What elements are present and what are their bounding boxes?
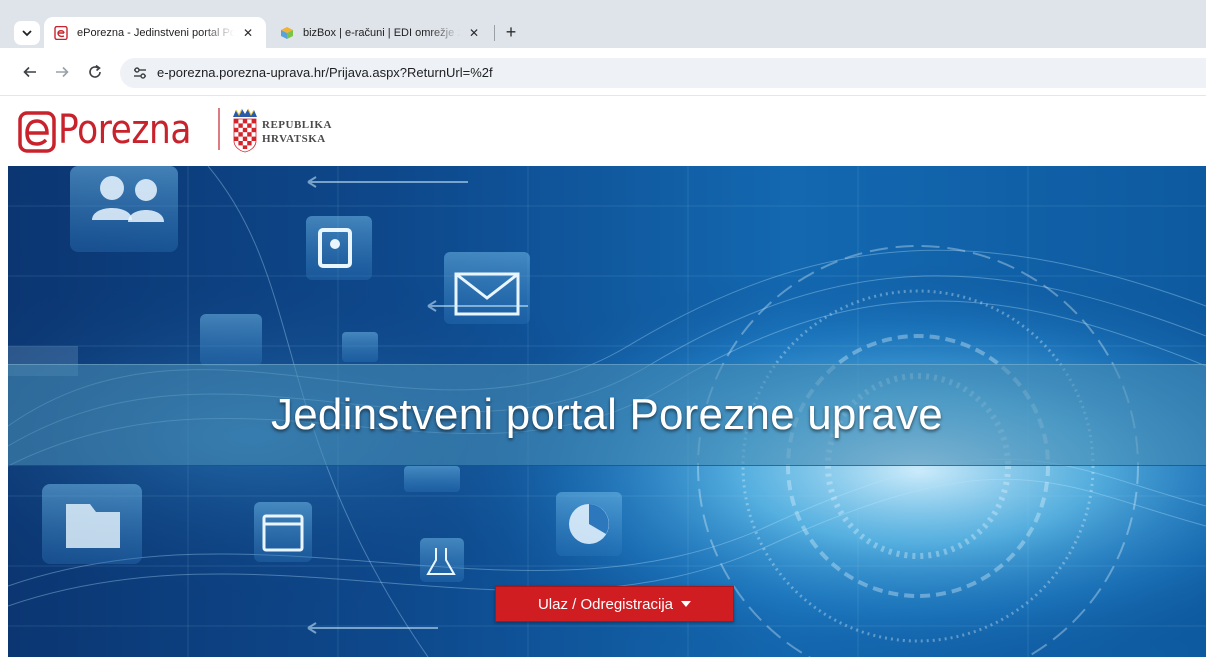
site-info-icon: [134, 67, 146, 79]
logo-divider: [218, 108, 220, 150]
croatian-coat-of-arms-icon: [233, 108, 257, 153]
browser-toolbar: e-porezna.porezna-uprava.hr/Prijava.aspx…: [0, 48, 1206, 96]
tab-title: bizBox | e-računi | EDI omrežje za e-pos…: [303, 26, 460, 39]
hero-banner: Jedinstveni portal Porezne uprave: [8, 364, 1206, 466]
eporezna-favicon-icon: [54, 25, 68, 40]
hero-title: Jedinstveni portal Porezne uprave: [271, 390, 943, 439]
new-tab-button[interactable]: +: [500, 21, 522, 43]
tab-eporezna[interactable]: ePorezna - Jedinstveni portal Porezne up…: [44, 17, 266, 48]
back-arrow-icon: [23, 66, 36, 78]
tab-separator: [494, 25, 495, 41]
back-button[interactable]: [18, 60, 42, 84]
reload-icon: [89, 64, 101, 78]
chevron-down-icon: [22, 30, 32, 37]
close-tab-icon[interactable]: ✕: [466, 25, 482, 41]
login-button-label: Ulaz / Odregistracija: [537, 595, 674, 613]
site-info-button[interactable]: [130, 64, 150, 82]
tab-title: ePorezna - Jedinstveni portal Porezne up…: [77, 26, 234, 39]
login-dropdown-button[interactable]: Ulaz / Odregistracija: [495, 586, 734, 622]
eporezna-logo-e-icon[interactable]: [17, 110, 57, 154]
caret-down-icon: [681, 601, 692, 607]
eporezna-logo-text[interactable]: Porezna: [58, 106, 191, 154]
browser-tab-bar: ePorezna - Jedinstveni portal Porezne up…: [0, 0, 1206, 48]
close-tab-icon[interactable]: ✕: [240, 25, 256, 41]
tab-search-button[interactable]: [14, 21, 40, 45]
forward-arrow-icon: [56, 66, 69, 78]
republika-hrvatska-text: REPUBLIKA HRVATSKA: [262, 119, 332, 145]
site-header: Porezna REPUBLIKA HRVATSKA: [0, 96, 1206, 166]
address-bar[interactable]: e-porezna.porezna-uprava.hr/Prijava.aspx…: [120, 58, 1206, 88]
reload-button[interactable]: [83, 60, 107, 84]
tab-bizbox[interactable]: bizBox | e-računi | EDI omrežje za e-pos…: [270, 17, 492, 48]
forward-button[interactable]: [50, 60, 74, 84]
bizbox-favicon-icon: [281, 26, 293, 39]
hero-section: Jedinstveni portal Porezne uprave Ulaz /…: [8, 166, 1206, 657]
url-text: e-porezna.porezna-uprava.hr/Prijava.aspx…: [157, 65, 493, 80]
